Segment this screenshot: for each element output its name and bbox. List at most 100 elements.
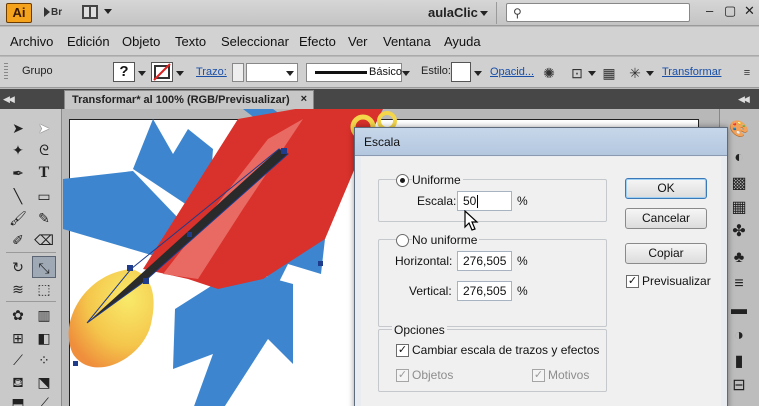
mesh-tool-icon[interactable]: ⊞ [6,327,30,349]
uniform-radio[interactable] [396,174,409,187]
free-transform-tool-icon[interactable]: ⬚ [32,278,56,300]
gradient-panel-icon[interactable]: ▮ [728,351,750,373]
menu-objeto[interactable]: Objeto [122,34,160,49]
stroke-icon[interactable]: ≡ [728,273,750,295]
help-search-input[interactable]: ⚲ [506,3,690,22]
color-guide-icon[interactable]: 🎨 [728,119,750,141]
panel-grip[interactable] [4,63,8,81]
fill-caret-icon[interactable] [138,71,146,76]
anchor-point[interactable] [187,232,192,237]
live-paint-selection-tool-icon[interactable]: ⬔ [32,371,56,393]
preview-checkbox[interactable]: ✓ [626,275,639,288]
menu-ver[interactable]: Ver [348,34,368,49]
pen-tool-icon[interactable]: ✒ [6,162,30,184]
stroke-caret-icon[interactable] [176,71,184,76]
symbol-sprayer-tool-icon[interactable]: ✿ [6,304,30,326]
transparency-icon[interactable]: ◑ [728,325,750,347]
line-tool-icon[interactable]: ╲ [6,185,30,207]
stroke-link[interactable]: Trazo: [196,66,227,78]
scale-input[interactable]: 50 [457,191,512,211]
cancel-button[interactable]: Cancelar [625,208,707,229]
anchor-point[interactable] [143,278,149,284]
vertical-input[interactable]: 276,505 [457,281,512,301]
stroke-weight-spinner[interactable] [232,63,244,82]
selection-tool-icon[interactable]: ➤ [6,117,30,139]
copy-button[interactable]: Copiar [625,243,707,264]
rotate-tool-icon[interactable]: ↻ [6,256,30,278]
arrange-documents-icon[interactable] [82,5,98,19]
ok-button[interactable]: OK [625,178,707,199]
workspace-caret-icon[interactable] [480,11,488,16]
close-button[interactable]: ✕ [744,3,755,19]
layers-icon[interactable]: ▬ [728,299,750,321]
graphic-style-swatch[interactable] [451,62,471,82]
dialog-title[interactable]: Escala [355,128,727,156]
close-document-icon[interactable]: × [301,93,307,105]
menu-seleccionar[interactable]: Seleccionar [221,34,289,49]
scale-tool-icon[interactable]: ⤡ [32,256,56,278]
document-tab[interactable]: Transformar* al 100% (RGB/Previsualizar)… [64,90,314,109]
bridge-button[interactable]: Br [44,4,68,22]
horizontal-input[interactable]: 276,505 [457,251,512,271]
blob-brush-tool-icon[interactable]: ✐ [6,229,30,251]
align-caret-icon[interactable] [588,71,596,76]
panel-menu-icon[interactable]: ≡ [738,64,756,82]
collapse-tools-icon[interactable]: ◀◀ [3,94,15,105]
blend-tool-icon[interactable]: ⁘ [32,349,56,371]
type-tool-icon[interactable]: T [32,162,56,184]
recolor-artwork-icon[interactable]: ✺ [540,64,558,82]
pencil-tool-icon[interactable]: ✎ [32,207,56,229]
distribute-icon[interactable]: ▦ [600,64,618,82]
arrange-dropdown-caret-icon[interactable] [104,9,112,14]
column-graph-tool-icon[interactable]: ▥ [32,304,56,326]
menu-texto[interactable]: Texto [175,34,206,49]
preview-label[interactable]: Previsualizar [642,274,711,288]
menu-edicion[interactable]: Edición [67,34,110,49]
style-caret-icon[interactable] [474,71,482,76]
maximize-button[interactable]: ▢ [724,3,736,19]
rectangle-tool-icon[interactable]: ▭ [32,185,56,207]
brush-definition-field[interactable]: Básico [306,63,402,82]
transform-link[interactable]: Transformar [662,66,722,78]
non-uniform-radio-label[interactable]: No uniforme [412,233,480,247]
paintbrush-tool-icon[interactable]: 🖌 [6,207,30,229]
swatches-icon[interactable]: ▦ [728,197,750,219]
menu-archivo[interactable]: Archivo [10,34,53,49]
live-paint-bucket-tool-icon[interactable]: ⛾ [6,371,30,393]
stroke-swatch[interactable] [151,62,173,82]
brushes-icon[interactable]: ✤ [728,221,750,243]
fill-swatch[interactable]: ? [113,62,135,82]
anchor-point[interactable] [281,148,287,154]
isolate-group-icon[interactable]: ✳ [626,64,644,82]
anchor-point[interactable] [73,361,78,366]
warp-tool-icon[interactable]: ≋ [6,278,30,300]
direct-selection-tool-icon[interactable]: ➤ [32,117,56,139]
magic-wand-tool-icon[interactable]: ✦ [6,139,30,161]
menu-ayuda[interactable]: Ayuda [444,34,481,49]
collapse-panels-icon[interactable]: ◀◀ [738,94,750,105]
scale-strokes-checkbox[interactable]: ✓ [396,344,409,357]
lasso-tool-icon[interactable]: ᘓ [32,139,56,161]
eyedropper-tool-icon[interactable]: ⟋ [6,349,30,371]
appearance-icon[interactable]: ◐ [728,147,750,169]
eraser-tool-icon[interactable]: ⌫ [32,229,56,251]
stroke-weight-caret-icon[interactable] [286,71,294,76]
slice-tool-icon[interactable]: ⟋ [32,392,56,406]
scale-strokes-label[interactable]: Cambiar escala de trazos y efectos [412,343,599,357]
brush-caret-icon[interactable] [402,71,410,76]
anchor-point[interactable] [127,265,133,271]
symbols-icon[interactable]: ♣ [728,247,750,269]
menu-efecto[interactable]: Efecto [299,34,336,49]
non-uniform-radio[interactable] [396,234,409,247]
minimize-button[interactable]: – [706,3,713,18]
isolate-caret-icon[interactable] [646,71,654,76]
artboard-tool-icon[interactable]: ⬒ [6,392,30,406]
menu-ventana[interactable]: Ventana [383,34,431,49]
workspace-switcher[interactable]: aulaClic [428,5,478,20]
gradient-tool-icon[interactable]: ◧ [32,327,56,349]
opacity-link[interactable]: Opacid... [490,66,534,78]
align-panel-icon[interactable]: ⊟ [728,375,750,397]
align-to-icon[interactable]: ⊡ [568,64,586,82]
anchor-point[interactable] [318,261,323,266]
uniform-radio-label[interactable]: Uniforme [412,173,463,187]
